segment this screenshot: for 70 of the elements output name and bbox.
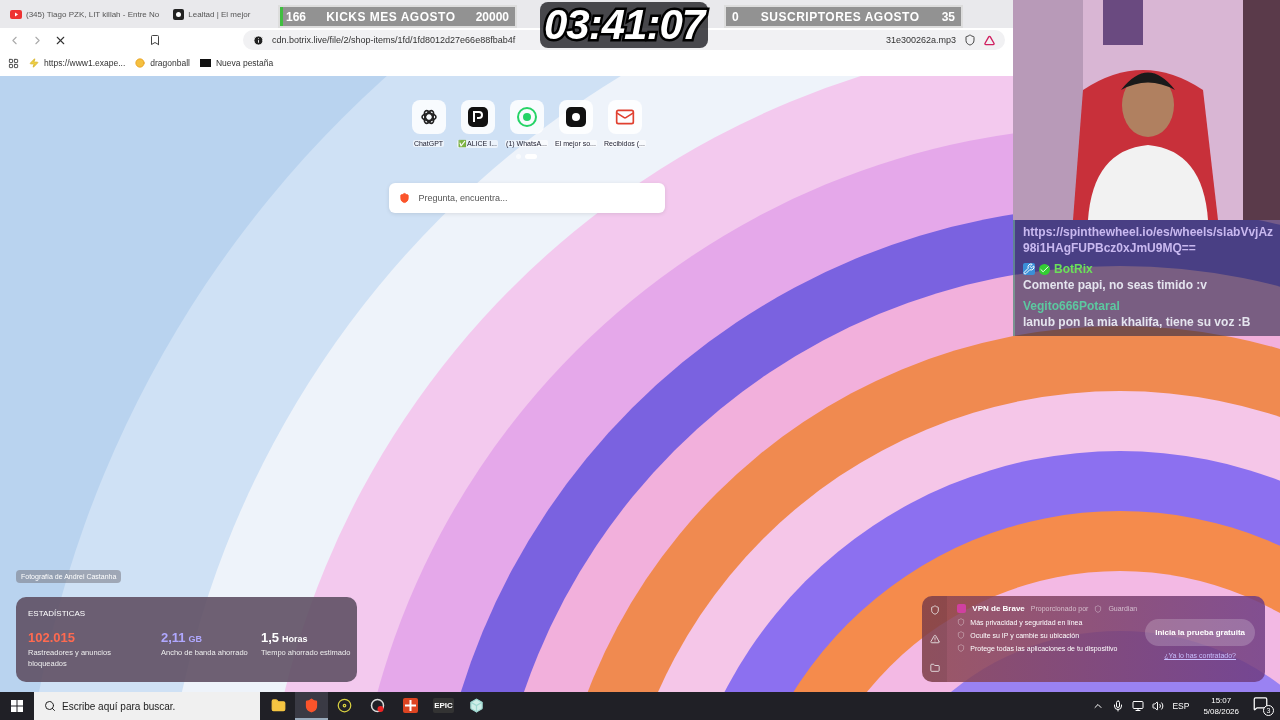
stats-title: ESTADÍSTICAS xyxy=(28,609,87,618)
shortcut-tile[interactable] xyxy=(411,100,446,134)
bookmark[interactable]: https://www1.exape... xyxy=(29,58,126,68)
url-text: 31e300262a.mp3 xyxy=(885,35,956,45)
stat-value: 1,5 Horas xyxy=(261,630,309,645)
trial-button[interactable]: Inicia la prueba gratuita xyxy=(1145,619,1255,646)
taskbar-search[interactable]: Escribe aquí para buscar. xyxy=(34,692,260,720)
bolt-icon xyxy=(29,58,39,68)
shield-icon xyxy=(957,618,966,626)
microphone-icon[interactable] xyxy=(1112,700,1125,712)
bookmark-label: dragonball xyxy=(150,58,190,68)
shield-icon xyxy=(1094,604,1103,613)
bookmark[interactable]: Nueva pestaña xyxy=(199,58,274,68)
vpn-logo-icon xyxy=(957,604,967,613)
disc-icon xyxy=(337,697,352,713)
search-field[interactable]: Pregunta, encuentra... xyxy=(388,183,665,213)
browser-tab[interactable]: (345) Tiago PZK, LIT killah - Entre No xyxy=(6,9,164,19)
vpn-title: VPN de Brave xyxy=(972,604,1025,613)
browser-tab[interactable]: Lealtad | El mejor xyxy=(169,8,255,20)
chat-text: Comente papi, no seas timido :v xyxy=(1023,277,1209,293)
clock[interactable]: 15:07 5/08/2026 xyxy=(1203,695,1239,717)
info-icon xyxy=(253,34,264,46)
volume-icon[interactable] xyxy=(1152,700,1165,712)
tab-title: Lealtad | El mejor xyxy=(188,9,251,19)
shortcut-tile[interactable] xyxy=(558,100,593,134)
counter-label: SUSCRIPTORES AGOSTO xyxy=(759,9,921,24)
warning-icon xyxy=(929,634,940,644)
bookmark[interactable]: dragonball xyxy=(135,58,190,68)
mail-icon xyxy=(614,107,635,127)
folder-icon xyxy=(929,662,940,673)
shield-icon xyxy=(304,697,319,713)
triangle-icon xyxy=(984,34,995,46)
ball-icon xyxy=(135,58,146,68)
counter-label: KICKS MES AGOSTO xyxy=(325,9,457,24)
chat-username: BotRix xyxy=(1054,261,1093,277)
tab-title: (345) Tiago PZK, LIT killah - Entre No xyxy=(26,9,160,19)
shield-icon xyxy=(929,605,940,616)
chat-username: Vegito666Potaral xyxy=(1023,298,1120,314)
shield-icon xyxy=(964,34,976,46)
folder-icon xyxy=(271,697,286,713)
bookmark-label: https://www1.exape... xyxy=(44,58,126,68)
counter-current: 166 xyxy=(286,9,307,24)
page-icon xyxy=(199,59,211,67)
bookmark-icon[interactable] xyxy=(149,34,161,46)
shield-icon xyxy=(957,631,966,639)
stat-value: 102.015 xyxy=(28,630,76,645)
chat-text: lanub pon la mia khalifa, tiene su voz :B xyxy=(1023,314,1252,330)
shortcut-tile[interactable] xyxy=(607,100,642,134)
stream-timer: 03:41:07 xyxy=(540,2,709,48)
counter-goal: 35 xyxy=(941,9,955,24)
shortcut-tile[interactable] xyxy=(460,100,495,134)
counter-goal: 20000 xyxy=(475,9,509,24)
language-indicator[interactable]: ESP xyxy=(1172,701,1190,711)
taskbar-app[interactable]: EPIC xyxy=(427,692,460,720)
chat-text: https://spinthewheel.io/es/wheels/slabVvjAz98i1HAgFUPBcz0xJmU9MQ== xyxy=(1023,224,1274,256)
check-icon xyxy=(1039,263,1050,275)
stat-value: 2,11 GB xyxy=(161,630,204,645)
epic-icon: EPIC xyxy=(433,697,454,713)
search-icon xyxy=(44,700,56,712)
shield-icon xyxy=(957,644,966,652)
shield-icon xyxy=(398,192,410,204)
bookmark-label: Nueva pestaña xyxy=(215,58,274,68)
url-text: cdn.botrix.live/file/2/shop-items/1fd/1fd8012d27e66e88fbab4f xyxy=(272,35,516,45)
record-icon xyxy=(370,697,385,713)
windows-icon[interactable] xyxy=(11,700,23,712)
counter-current: 0 xyxy=(732,9,739,24)
play-icon xyxy=(10,9,22,19)
shortcut-tile[interactable] xyxy=(509,100,544,134)
apps-icon[interactable] xyxy=(8,57,19,69)
knot-icon xyxy=(419,108,438,126)
